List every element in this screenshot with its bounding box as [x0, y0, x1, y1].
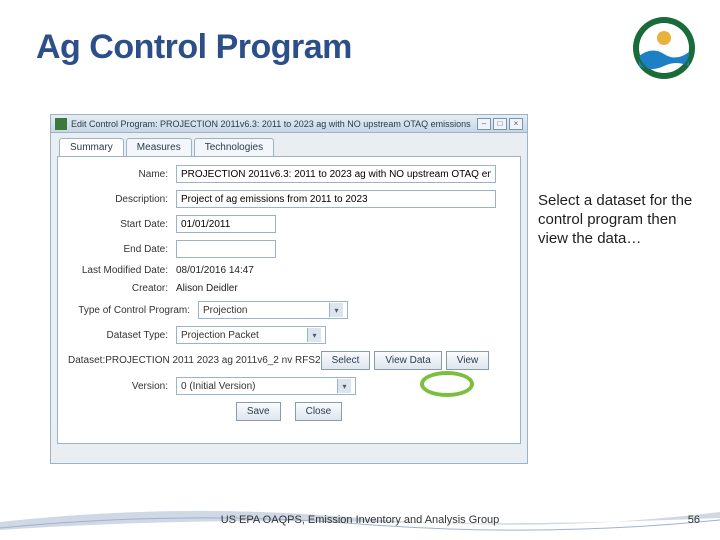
- chevron-down-icon: ▾: [307, 328, 321, 342]
- chevron-down-icon: ▾: [329, 303, 343, 317]
- window-titlebar[interactable]: Edit Control Program: PROJECTION 2011v6.…: [51, 115, 527, 133]
- epa-logo: [632, 16, 696, 80]
- edit-control-program-window: Edit Control Program: PROJECTION 2011v6.…: [50, 114, 528, 464]
- start-date-label: Start Date:: [68, 219, 176, 230]
- creator-label: Creator:: [68, 283, 176, 294]
- view-button[interactable]: View: [446, 351, 490, 370]
- page-number: 56: [688, 514, 700, 526]
- chevron-down-icon: ▾: [337, 379, 351, 393]
- start-date-input[interactable]: [176, 215, 276, 233]
- type-of-control-label: Type of Control Program:: [68, 305, 198, 316]
- name-label: Name:: [68, 169, 176, 180]
- tab-summary[interactable]: Summary: [59, 138, 124, 156]
- description-input[interactable]: [176, 190, 496, 208]
- dataset-type-value: Projection Packet: [181, 330, 259, 341]
- callout-text: Select a dataset for the control program…: [538, 192, 698, 248]
- dataset-label: Dataset:: [68, 355, 105, 366]
- last-modified-value: 08/01/2016 14:47: [176, 265, 254, 276]
- type-of-control-select[interactable]: Projection ▾: [198, 301, 348, 319]
- summary-panel: Name: Description: Start Date: End Date:…: [57, 156, 521, 444]
- slide-title: Ag Control Program: [36, 28, 352, 67]
- app-icon: [55, 118, 67, 130]
- save-button[interactable]: Save: [236, 402, 281, 421]
- end-date-label: End Date:: [68, 244, 176, 255]
- tab-technologies[interactable]: Technologies: [194, 138, 274, 156]
- tab-bar: Summary Measures Technologies: [51, 133, 527, 156]
- close-window-button[interactable]: ×: [509, 118, 523, 130]
- last-modified-label: Last Modified Date:: [68, 265, 176, 276]
- name-input[interactable]: [176, 165, 496, 183]
- type-of-control-value: Projection: [203, 305, 247, 316]
- view-data-button[interactable]: View Data: [374, 351, 441, 370]
- select-button[interactable]: Select: [321, 351, 371, 370]
- dataset-type-label: Dataset Type:: [68, 330, 176, 341]
- window-title: Edit Control Program: PROJECTION 2011v6.…: [71, 119, 475, 129]
- version-value: 0 (Initial Version): [181, 381, 255, 392]
- version-select[interactable]: 0 (Initial Version) ▾: [176, 377, 356, 395]
- dataset-value: PROJECTION 2011 2023 ag 2011v6_2 nv RFS2: [105, 355, 320, 366]
- version-label: Version:: [68, 381, 176, 392]
- creator-value: Alison Deidler: [176, 283, 238, 294]
- minimize-button[interactable]: –: [477, 118, 491, 130]
- close-button[interactable]: Close: [295, 402, 343, 421]
- description-label: Description:: [68, 194, 176, 205]
- tab-measures[interactable]: Measures: [126, 138, 192, 156]
- maximize-button[interactable]: □: [493, 118, 507, 130]
- dataset-type-select[interactable]: Projection Packet ▾: [176, 326, 326, 344]
- footer-text: US EPA OAQPS, Emission Inventory and Ana…: [0, 514, 720, 526]
- end-date-input[interactable]: [176, 240, 276, 258]
